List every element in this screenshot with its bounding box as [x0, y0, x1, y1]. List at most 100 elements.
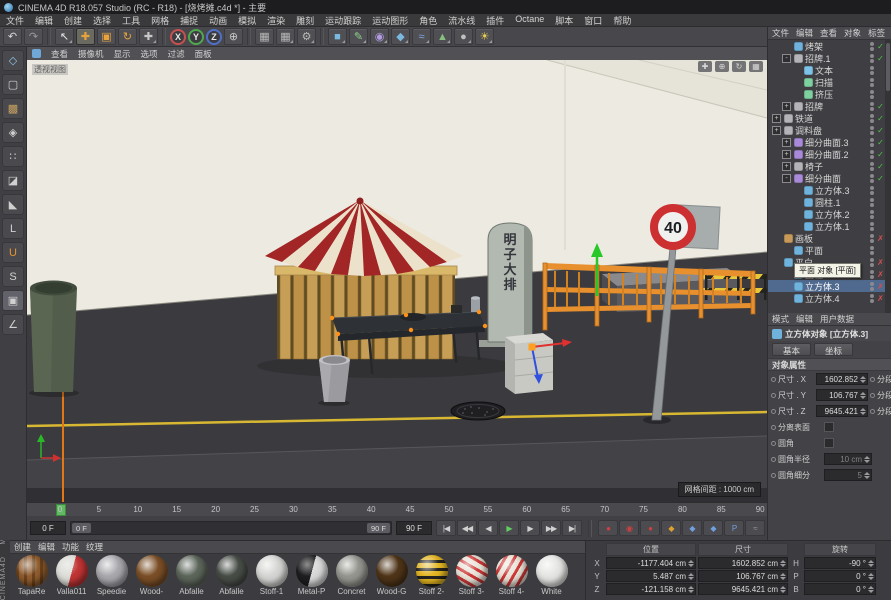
material-menu-1[interactable]: 编辑 [38, 541, 55, 553]
polygons-mode-icon[interactable]: ◣ [2, 194, 24, 215]
menubar-item-11[interactable]: 运动跟踪 [325, 14, 361, 27]
menubar-item-3[interactable]: 选择 [93, 14, 111, 27]
om-menu-4[interactable]: 标签 [868, 27, 885, 39]
anim-dot[interactable] [870, 392, 875, 398]
anim-dot[interactable] [771, 456, 776, 462]
visibility-dots[interactable] [870, 269, 874, 279]
rotation-H-field[interactable]: -90 ° [804, 557, 876, 569]
vp-pan-icon[interactable]: ✚ [698, 61, 712, 72]
material-item-3[interactable]: Wood- [133, 555, 170, 596]
size-Z-field[interactable]: 9645.421 cm [698, 583, 788, 595]
visibility-dots[interactable] [870, 197, 874, 207]
keyframe-parameter-toggle[interactable]: P [724, 520, 744, 536]
material-item-10[interactable]: Stoff 2- [413, 555, 450, 596]
primitive-cube-icon[interactable]: ■ [328, 28, 347, 45]
object-tree-scrollbar[interactable] [885, 40, 891, 313]
menubar-item-15[interactable]: 插件 [486, 14, 504, 27]
tree-item-1[interactable]: - 招牌.1 ✓ [768, 52, 886, 64]
scene-3d[interactable]: 明子大排 40 [27, 60, 767, 502]
anim-dot[interactable] [771, 408, 776, 414]
menubar-item-0[interactable]: 文件 [6, 14, 24, 27]
render-view-icon[interactable]: ▦ [255, 28, 274, 45]
material-menu-3[interactable]: 纹理 [86, 541, 103, 553]
tree-item-20[interactable]: 立方体.3 ✗ [768, 280, 886, 292]
om-menu-1[interactable]: 编辑 [796, 27, 813, 39]
expander-icon[interactable]: + [782, 101, 791, 111]
tree-item-16[interactable]: 画板 ✗ [768, 232, 886, 244]
menubar-item-18[interactable]: 窗口 [584, 14, 602, 27]
menubar-item-5[interactable]: 网格 [151, 14, 169, 27]
tree-item-7[interactable]: + 调料盘 ✓ [768, 124, 886, 136]
play-button[interactable]: ▶ [499, 520, 519, 536]
viewport-menu-1[interactable]: 摄像机 [78, 48, 104, 60]
anim-dot[interactable] [870, 408, 875, 414]
size-field-2[interactable]: 9645.421 [816, 405, 868, 417]
material-item-4[interactable]: Abfalle [173, 555, 210, 596]
viewport-menu-0[interactable]: 查看 [51, 48, 68, 60]
material-item-8[interactable]: Concret [333, 555, 370, 596]
am-menu-2[interactable]: 用户数据 [820, 313, 854, 325]
current-frame-field[interactable]: 0 F [30, 521, 66, 535]
material-menu-2[interactable]: 功能 [62, 541, 79, 553]
convert-editable-icon[interactable]: ◇ [2, 50, 24, 71]
axis-mode-icon[interactable]: L [2, 218, 24, 239]
viewport-menu-2[interactable]: 显示 [114, 48, 131, 60]
prev-frame-button[interactable]: ◀ [478, 520, 498, 536]
tree-item-13[interactable]: 圆柱.1 [768, 196, 886, 208]
render-toggle-icon[interactable]: ✗ [876, 258, 885, 267]
fillet-subdivision-field[interactable]: 5 [824, 469, 872, 481]
tree-item-4[interactable]: 挤压 [768, 88, 886, 100]
goto-start-button[interactable]: |◀ [436, 520, 456, 536]
viewport-menu-icon[interactable] [32, 49, 41, 58]
tree-item-10[interactable]: + 椅子 ✓ [768, 160, 886, 172]
menubar-item-2[interactable]: 创建 [64, 14, 82, 27]
menubar-item-14[interactable]: 流水线 [448, 14, 475, 27]
render-picture-viewer-icon[interactable]: ▦ [276, 28, 295, 45]
material-item-2[interactable]: Speedie [93, 555, 130, 596]
stone-signboard[interactable]: 明子大排 [479, 222, 539, 347]
tree-item-17[interactable]: 平面 [768, 244, 886, 256]
expander-icon[interactable]: + [772, 113, 781, 123]
menubar-item-10[interactable]: 雕刻 [296, 14, 314, 27]
attr-tab-1[interactable]: 坐标 [814, 343, 854, 356]
am-menu-0[interactable]: 模式 [772, 313, 789, 325]
visibility-dots[interactable] [870, 209, 874, 219]
material-item-1[interactable]: Valla011 [53, 555, 90, 596]
visibility-dots[interactable] [870, 113, 874, 123]
visibility-dots[interactable] [870, 221, 874, 231]
tree-item-12[interactable]: 立方体.3 [768, 184, 886, 196]
x-lock-icon[interactable]: X [170, 28, 186, 45]
environment-icon[interactable]: ▲ [433, 28, 452, 45]
keyframe-rotation-toggle[interactable]: ◆ [703, 520, 723, 536]
visibility-dots[interactable] [870, 125, 874, 135]
expander-icon[interactable]: + [782, 137, 791, 147]
last-tools-icon[interactable]: ✚ [139, 28, 158, 45]
simulate-icon[interactable]: ≈ [412, 28, 431, 45]
rotation-B-field[interactable]: 0 ° [804, 583, 876, 595]
menubar-item-12[interactable]: 运动图形 [372, 14, 408, 27]
move-tool-icon[interactable]: ✚ [76, 28, 95, 45]
prev-key-button[interactable]: ◀◀ [457, 520, 477, 536]
anim-dot[interactable] [771, 472, 776, 478]
anim-dot[interactable] [771, 424, 776, 430]
anim-dot[interactable] [870, 376, 875, 382]
quantize-icon[interactable]: ∠ [2, 314, 24, 335]
coord-system-icon[interactable]: ⊕ [224, 28, 243, 45]
menubar-item-4[interactable]: 工具 [122, 14, 140, 27]
visibility-dots[interactable] [870, 77, 874, 87]
snap-magnet-icon[interactable]: U [2, 242, 24, 263]
render-toggle-icon[interactable]: ✗ [876, 294, 885, 303]
solo-mode-icon[interactable]: ▣ [2, 290, 24, 311]
visibility-dots[interactable] [870, 41, 874, 51]
expander-icon[interactable]: - [782, 53, 791, 63]
separate-surfaces-checkbox[interactable] [824, 422, 834, 432]
goto-end-button[interactable]: ▶| [562, 520, 582, 536]
material-item-13[interactable]: White [533, 555, 570, 596]
visibility-dots[interactable] [870, 173, 874, 183]
render-toggle-icon[interactable]: ✓ [876, 114, 885, 123]
menubar-item-13[interactable]: 角色 [419, 14, 437, 27]
menubar-item-6[interactable]: 捕捉 [180, 14, 198, 27]
viewport-canvas[interactable]: 明子大排 40 [27, 60, 767, 502]
edges-mode-icon[interactable]: ◪ [2, 170, 24, 191]
next-frame-button[interactable]: ▶ [520, 520, 540, 536]
